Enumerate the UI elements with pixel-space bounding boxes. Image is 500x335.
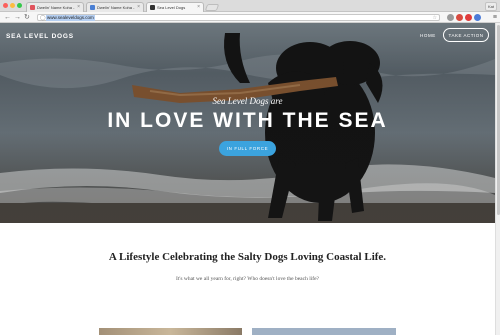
close-window-button[interactable]	[3, 3, 8, 8]
tab-close-icon[interactable]: ×	[77, 5, 80, 10]
browser-tab-2[interactable]: Dwelin' Name Koha - Shi ×	[86, 2, 144, 12]
section-subheading: It's what we all yearn for, right? Who d…	[176, 276, 319, 282]
profile-button[interactable]: Kat	[484, 2, 497, 11]
tab-close-icon[interactable]: ×	[137, 5, 140, 10]
forward-arrow-icon[interactable]: →	[14, 13, 21, 22]
tab-title: Dwelin' Name Koha - Shi	[97, 5, 135, 10]
tab-favicon-icon	[150, 5, 155, 10]
section-heading: A Lifestyle Celebrating the Salty Dogs L…	[108, 251, 387, 263]
window-controls	[3, 3, 22, 8]
browser-menu-icon[interactable]: ≡	[493, 13, 497, 22]
tab-title: Dwelin' Name Koha - Smi	[37, 5, 75, 10]
feature-image-sky[interactable]	[252, 328, 396, 335]
url-text[interactable]: www.sealeveldogs.com	[46, 15, 95, 21]
hero-section: SEA LEVEL DOGS HOME TAKE ACTION Sea Leve…	[0, 23, 495, 223]
extension-icon-4[interactable]	[474, 14, 481, 21]
tab-favicon-icon	[30, 5, 35, 10]
page-scrollbar[interactable]	[495, 23, 500, 335]
bookmark-star-icon[interactable]: ☆	[433, 15, 437, 21]
tab-title: Sea Level Dogs	[157, 5, 186, 10]
maximize-window-button[interactable]	[17, 3, 22, 8]
back-arrow-icon[interactable]: ←	[4, 13, 11, 22]
hero-kicker: Sea Level Dogs are	[212, 96, 283, 106]
new-tab-button[interactable]	[204, 4, 220, 11]
minimize-window-button[interactable]	[10, 3, 15, 8]
in-full-force-button[interactable]: IN FULL FORCE	[219, 141, 276, 156]
browser-tab-3-active[interactable]: Sea Level Dogs ×	[146, 2, 204, 12]
site-logo[interactable]: SEA LEVEL DOGS	[6, 33, 74, 40]
page-info-icon[interactable]: ◯	[40, 15, 46, 21]
browser-toolbar: ← → ↻ ◯ www.sealeveldogs.com ☆ ≡	[0, 12, 500, 23]
extension-icon-1[interactable]	[447, 14, 454, 21]
tab-close-icon[interactable]: ×	[197, 5, 200, 10]
reload-icon[interactable]: ↻	[24, 13, 30, 22]
browser-tab-1[interactable]: Dwelin' Name Koha - Smi ×	[26, 2, 84, 12]
browser-tab-bar: Dwelin' Name Koha - Smi × Dwelin' Name K…	[0, 0, 500, 12]
extension-icon-3[interactable]	[465, 14, 472, 21]
take-action-button[interactable]: TAKE ACTION	[443, 28, 489, 42]
address-bar[interactable]: ◯ www.sealeveldogs.com ☆	[37, 14, 440, 21]
feature-image-dog[interactable]	[99, 328, 242, 335]
tab-favicon-icon	[90, 5, 95, 10]
nav-link-home[interactable]: HOME	[420, 33, 436, 38]
extension-icon-2[interactable]	[456, 14, 463, 21]
hero-title: IN LOVE WITH THE SEA	[107, 109, 388, 132]
